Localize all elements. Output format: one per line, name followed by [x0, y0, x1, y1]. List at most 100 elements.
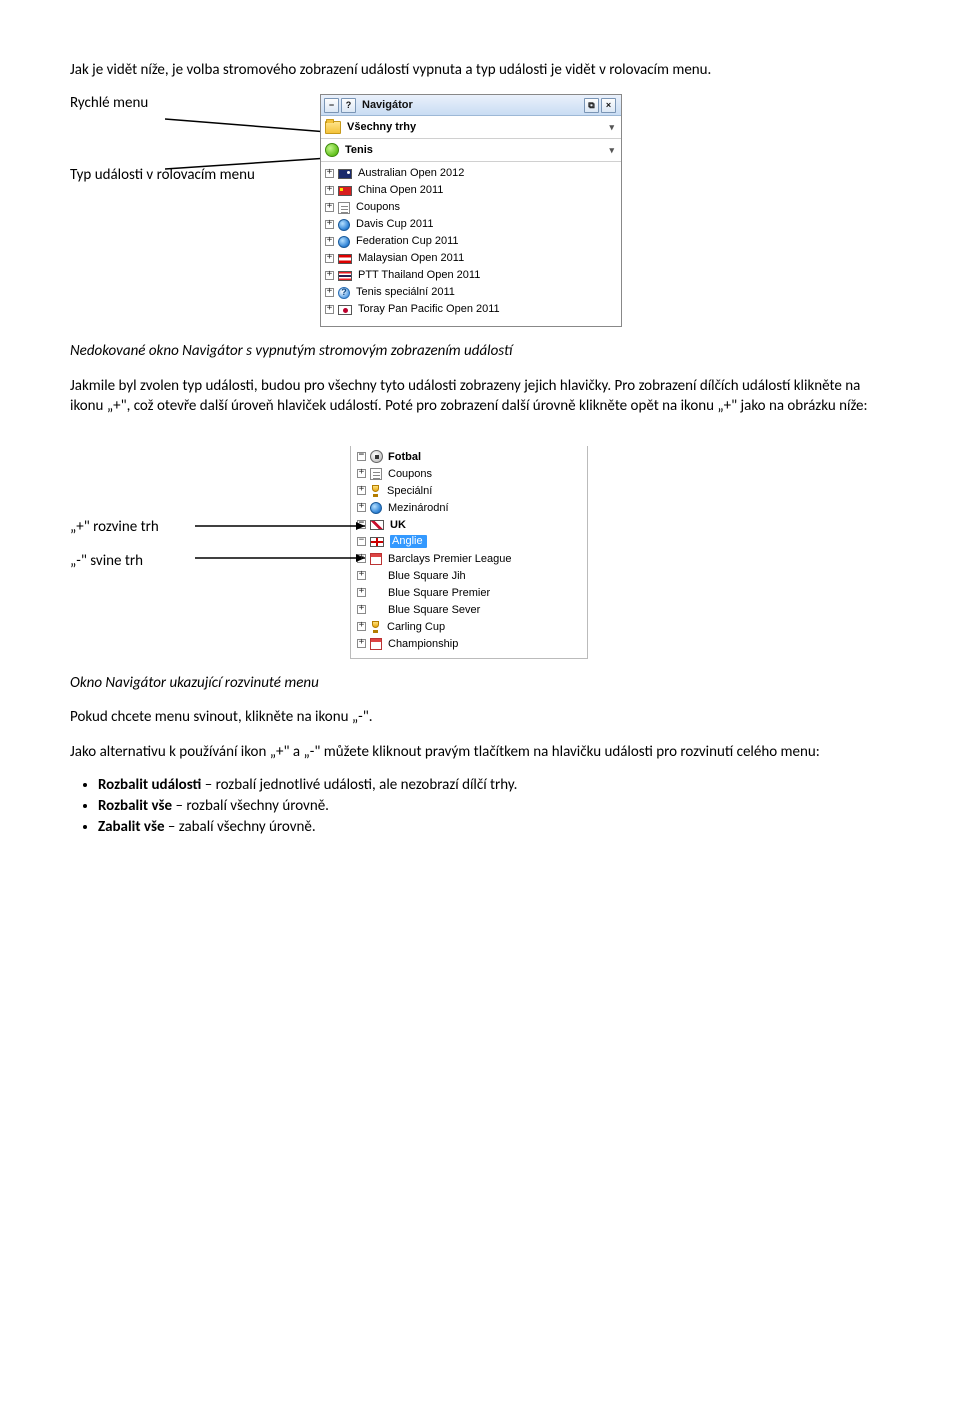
tree-item-label: China Open 2011 — [358, 185, 443, 196]
navigator-panel: − ? Navigátor ⧉ × Všechny trhy ▾ Tenis ▾… — [320, 94, 622, 327]
expand-icon[interactable] — [357, 622, 366, 631]
tree-item-label: PTT Thailand Open 2011 — [358, 270, 480, 281]
flag-my-icon — [338, 254, 352, 264]
chevron-down-icon[interactable]: ▾ — [609, 146, 617, 155]
football-icon — [370, 450, 383, 463]
collapse-icon[interactable] — [357, 520, 366, 529]
context-menu-bullets: Rozbalit události – rozbalí jednotlivé u… — [98, 776, 890, 836]
bullet-item: Rozbalit vše – rozbalí všechny úrovně. — [98, 797, 890, 815]
tree-item[interactable]: Coupons — [321, 199, 621, 216]
help-icon[interactable]: ? — [341, 98, 356, 113]
tree-root-football[interactable]: Fotbal — [357, 448, 587, 465]
tree-item-label: Championship — [388, 638, 458, 650]
tree-item[interactable]: Blue Square Sever — [357, 601, 587, 618]
tree-item-label: Blue Square Sever — [388, 604, 480, 616]
tree-item[interactable]: Championship — [357, 635, 587, 652]
bullet-desc: – rozbalí všechny úrovně. — [172, 797, 329, 815]
tree-item[interactable]: Federation Cup 2011 — [321, 233, 621, 250]
collapse-icon[interactable] — [357, 537, 366, 546]
tree-item-label: Davis Cup 2011 — [356, 219, 433, 230]
tree-item-anglie[interactable]: Anglie — [357, 533, 587, 550]
category-row-tennis[interactable]: Tenis ▾ — [321, 139, 621, 162]
flag-uk-icon — [370, 520, 384, 530]
flag-cn-icon — [338, 186, 352, 196]
expand-icon[interactable]: ⧉ — [584, 98, 599, 113]
tree-item-label: Malaysian Open 2011 — [358, 253, 464, 264]
expand-icon[interactable] — [325, 271, 334, 280]
minimize-icon[interactable]: − — [324, 98, 339, 113]
paragraph-2: Jakmile byl zvolen typ události, budou p… — [70, 376, 890, 417]
navigator-titlebar: − ? Navigátor ⧉ × — [321, 95, 621, 116]
expand-icon[interactable] — [325, 254, 334, 263]
folder-label: Všechny trhy — [347, 122, 416, 133]
bullet-item: Rozbalit události – rozbalí jednotlivé u… — [98, 776, 890, 794]
tree-item[interactable]: Malaysian Open 2011 — [321, 250, 621, 267]
expand-icon[interactable] — [325, 220, 334, 229]
expand-icon[interactable] — [325, 237, 334, 246]
figure-2-callouts: „+" rozvine trh „-" svine trh — [70, 446, 350, 659]
tree-item-label: Carling Cup — [387, 621, 445, 633]
tree-item[interactable]: PTT Thailand Open 2011 — [321, 267, 621, 284]
category-label: Tenis — [345, 145, 373, 156]
callout-minus: „-" svine trh — [70, 552, 350, 570]
close-icon[interactable]: × — [601, 98, 616, 113]
tree-item[interactable]: Mezinárodní — [357, 499, 587, 516]
expand-icon[interactable] — [357, 605, 366, 614]
tree-item[interactable]: Coupons — [357, 465, 587, 482]
tree-item-label: Federation Cup 2011 — [356, 236, 459, 247]
tree-item-label: Anglie — [390, 535, 427, 548]
calendar-icon — [370, 553, 382, 565]
tree-item[interactable]: Carling Cup — [357, 618, 587, 635]
callout-quick-menu: Rychlé menu — [70, 94, 320, 112]
tree-item[interactable]: Barclays Premier League — [357, 550, 587, 567]
tennis-ball-icon — [325, 143, 339, 157]
figure-1-row: Rychlé menu Typ události v rolovacím men… — [70, 94, 890, 327]
tree-item-label: Tenis speciální 2011 — [356, 287, 455, 298]
paragraph-4: Jako alternativu k používání ikon „+" a … — [70, 742, 890, 762]
globe-icon — [338, 236, 350, 248]
expand-icon[interactable] — [325, 305, 334, 314]
bullet-desc: – rozbalí jednotlivé události, ale nezob… — [201, 776, 517, 794]
expand-icon[interactable] — [325, 288, 334, 297]
figure-2-row: „+" rozvine trh „-" svine trh Fotbal Cou… — [70, 446, 890, 659]
tree-item[interactable]: Blue Square Premier — [357, 584, 587, 601]
expand-icon[interactable] — [357, 554, 366, 563]
globe-icon — [338, 219, 350, 231]
tree-item[interactable]: Speciální — [357, 482, 587, 499]
bullet-term: Rozbalit události — [98, 776, 201, 794]
tree-item-label: Coupons — [356, 202, 400, 213]
expand-icon[interactable] — [357, 588, 366, 597]
flag-en-icon — [370, 537, 384, 547]
expand-icon[interactable] — [325, 186, 334, 195]
tree-item[interactable]: UK — [357, 516, 587, 533]
tree-item-label: UK — [390, 519, 406, 531]
expand-icon[interactable] — [357, 469, 366, 478]
bullet-desc: – zabalí všechny úrovně. — [165, 818, 316, 836]
tree-item[interactable]: Blue Square Jih — [357, 567, 587, 584]
question-icon: ? — [338, 287, 350, 299]
expand-icon[interactable] — [325, 203, 334, 212]
tree-item[interactable]: China Open 2011 — [321, 182, 621, 199]
paragraph-intro: Jak je vidět níže, je volba stromového z… — [70, 60, 890, 80]
trophy-icon — [370, 621, 381, 633]
expand-icon[interactable] — [357, 503, 366, 512]
collapse-icon[interactable] — [357, 452, 366, 461]
tree-item[interactable]: Davis Cup 2011 — [321, 216, 621, 233]
bullet-term: Zabalit vše — [98, 818, 165, 836]
tree-item[interactable]: Toray Pan Pacific Open 2011 — [321, 301, 621, 318]
chevron-down-icon[interactable]: ▾ — [609, 123, 617, 132]
expand-icon[interactable] — [357, 639, 366, 648]
trophy-icon — [370, 485, 381, 497]
expand-icon[interactable] — [357, 486, 366, 495]
folder-row-all-markets[interactable]: Všechny trhy ▾ — [321, 116, 621, 139]
tree-item[interactable]: ? Tenis speciální 2011 — [321, 284, 621, 301]
navigator-title: Navigátor — [362, 100, 413, 111]
expand-icon[interactable] — [325, 169, 334, 178]
expand-icon[interactable] — [357, 571, 366, 580]
list-icon — [370, 468, 382, 480]
tree-item[interactable]: Australian Open 2012 — [321, 165, 621, 182]
tree-item-label: Barclays Premier League — [388, 553, 512, 565]
globe-icon — [370, 502, 382, 514]
tree-item-label: Toray Pan Pacific Open 2011 — [358, 304, 500, 315]
tree-item-label: Blue Square Premier — [388, 587, 490, 599]
